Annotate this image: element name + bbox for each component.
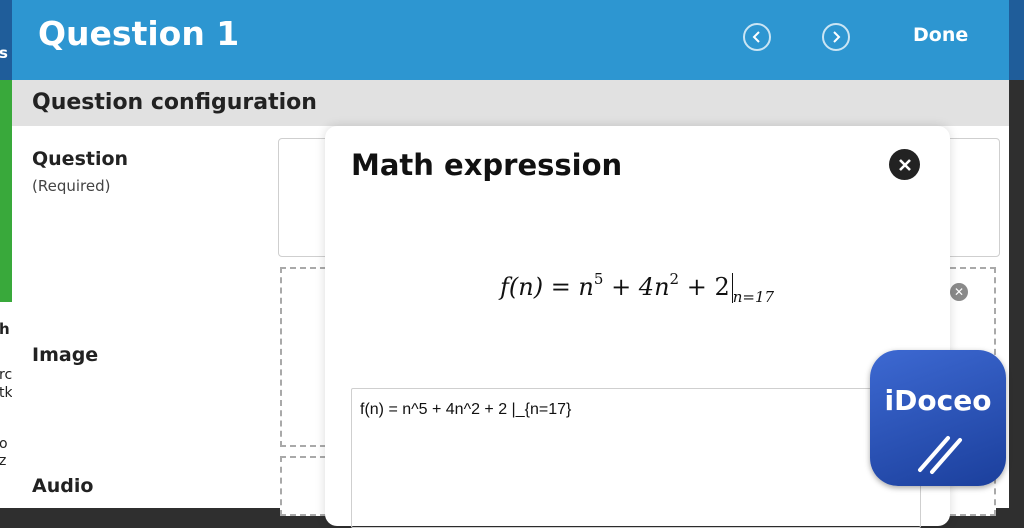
edge-text: h [0, 320, 10, 338]
close-button[interactable] [889, 149, 920, 180]
section-title: Question configuration [32, 90, 317, 115]
formula-subscript: n=17 [732, 288, 775, 306]
formula-tail: + 2 [679, 273, 730, 301]
formula-mid: + 4n [603, 273, 670, 301]
rendered-formula: f(n) = n5 + 4n2 + 2 n=17 [500, 270, 774, 306]
edge-text: s [0, 44, 8, 62]
image-remove-icon[interactable]: ✕ [950, 283, 968, 301]
logo-text: iDoceo [884, 384, 992, 417]
math-expression-dialog: Math expression f(n) = n5 + 4n2 + 2 n=17 … [325, 126, 950, 528]
background-right-top [1008, 0, 1024, 80]
edge-text: z [0, 453, 7, 469]
done-button[interactable]: Done [913, 24, 968, 46]
edge-text: o [0, 436, 8, 452]
dialog-title: Math expression [351, 148, 623, 182]
section-header: Question configuration [12, 80, 1009, 126]
formula-exponent-2: 2 [669, 270, 680, 288]
chevron-left-icon [752, 31, 760, 43]
previous-button[interactable] [743, 23, 771, 51]
image-label: Image [32, 344, 99, 366]
next-button[interactable] [822, 23, 850, 51]
formula-base: f(n) = n [500, 273, 594, 301]
audio-label: Audio [32, 475, 94, 497]
close-icon [898, 158, 911, 171]
edge-text: rc [0, 367, 13, 383]
chevron-right-icon [833, 31, 841, 43]
expression-input[interactable]: f(n) = n^5 + 4n^2 + 2 |_{n=17} [351, 388, 921, 528]
pencil-icon [918, 436, 962, 474]
question-required-label: (Required) [32, 177, 111, 195]
question-label: Question [32, 148, 129, 170]
header-bar: Question 1 Done [12, 0, 1009, 80]
formula-exponent-5: 5 [593, 270, 604, 288]
edge-text: tk [0, 385, 13, 401]
background-right [1008, 80, 1024, 508]
idoceo-logo: iDoceo [870, 350, 1006, 486]
page-title: Question 1 [38, 14, 240, 53]
